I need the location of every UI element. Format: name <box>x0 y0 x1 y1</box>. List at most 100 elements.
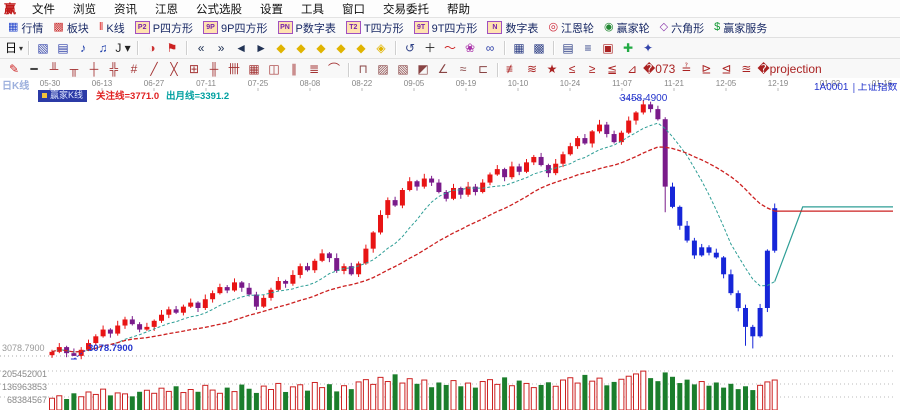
draw-tool-icon[interactable]: 卌 <box>224 61 244 78</box>
draw-tool-icon[interactable]: ⊞ <box>184 61 204 78</box>
gann-tool-4-icon[interactable]: ◆ <box>331 40 351 57</box>
notes-icon[interactable]: ♫ <box>93 40 113 57</box>
network-icon[interactable]: ✦ <box>638 40 658 57</box>
draw-tool-icon[interactable]: ⊿ <box>622 61 642 78</box>
draw-tool-icon[interactable]: ┼ <box>84 61 104 78</box>
volume-bar <box>209 389 216 410</box>
draw-tool-icon[interactable]: ★ <box>542 61 562 78</box>
9t-square-button[interactable]: 9T 9T四方形 <box>409 19 483 36</box>
draw-tool-icon[interactable]: ≟ <box>676 61 696 78</box>
chart-canvas[interactable]: 05-30 06-13 06-27 07-11 07-25 08-08 08-22 09-05… <box>0 78 900 410</box>
zoom-view-icon[interactable]: ▧ <box>33 40 53 57</box>
draw-tool-icon[interactable]: ╨ <box>44 61 64 78</box>
winner-service-button[interactable]: $ 赢家服务 <box>709 19 772 36</box>
draw-tool-icon[interactable]: ▦ <box>244 61 264 78</box>
quotes-button[interactable]: ▦ 行情 <box>3 19 48 36</box>
draw-tool-icon[interactable]: ∠ <box>433 61 453 78</box>
draw-tool-icon[interactable]: ◩ <box>413 61 433 78</box>
menu-item-3[interactable]: 江恩 <box>146 1 187 17</box>
draw-tool-icon[interactable]: ≣ <box>304 61 324 78</box>
draw-tool-icon[interactable]: ≢ <box>502 61 522 78</box>
draw-tool-icon[interactable]: �073 <box>642 61 676 78</box>
flower-icon[interactable]: ❀ <box>460 40 480 57</box>
next-icon[interactable]: ► <box>251 40 271 57</box>
gann-tool-1-icon[interactable]: ◆ <box>271 40 291 57</box>
first-page-icon[interactable]: « <box>191 40 211 57</box>
number-table-button[interactable]: N 数字表 <box>482 19 543 36</box>
p-number-table-button[interactable]: PN P数字表 <box>273 19 341 36</box>
gann-tool-6-icon[interactable]: ◈ <box>371 40 391 57</box>
draw-tool-icon[interactable]: ◫ <box>264 61 284 78</box>
line-tool-icon[interactable]: ━ <box>24 61 44 78</box>
symbol-title[interactable]: 1A0001 │上证指数 <box>814 83 900 93</box>
draw-tool-icon[interactable]: ▧ <box>393 61 413 78</box>
draw-tool-icon[interactable]: ∥ <box>284 61 304 78</box>
volume-axis-label: 205452001 <box>2 369 48 379</box>
9p-square-button[interactable]: 9P 9P四方形 <box>198 19 272 36</box>
crosshair-icon[interactable]: ＋ <box>420 40 440 57</box>
sectors-button[interactable]: ▩ 板块 <box>48 19 93 36</box>
hexagon-button[interactable]: ◇ 六角形 <box>655 19 709 36</box>
draw-tool-icon[interactable]: ≈ <box>453 61 473 78</box>
info-panel-icon[interactable]: ▤ <box>53 40 73 57</box>
draw-tool-icon[interactable]: # <box>124 61 144 78</box>
draw-tool-icon[interactable]: ⊓ <box>353 61 373 78</box>
draw-tool-icon[interactable]: �projection <box>756 61 822 78</box>
gann-wheel-button[interactable]: ◎ 江恩轮 <box>543 19 599 36</box>
gann-tool-2-icon[interactable]: ◆ <box>291 40 311 57</box>
menu-item-4[interactable]: 公式选股 <box>187 1 251 17</box>
save-icon[interactable]: ▣ <box>598 40 618 57</box>
menu-item-7[interactable]: 窗口 <box>333 1 374 17</box>
calculator-icon[interactable]: ▩ <box>529 40 549 57</box>
draw-tool-icon[interactable]: ≋ <box>522 61 542 78</box>
undo-icon[interactable]: ↺ <box>400 40 420 57</box>
list-icon[interactable]: ≡ <box>578 40 598 57</box>
calendar-icon[interactable]: ▦ <box>509 40 529 57</box>
sync-icon[interactable]: ✚ <box>618 40 638 57</box>
menu-item-8[interactable]: 交易委托 <box>374 1 438 17</box>
j-dropdown[interactable]: J ▾ <box>113 40 133 57</box>
draw-tool-icon[interactable]: ⌒ <box>324 61 344 78</box>
draw-tool-icon[interactable]: ╳ <box>164 61 184 78</box>
kline-chart[interactable] <box>0 78 900 410</box>
draw-tool-icon[interactable]: ╬ <box>104 61 124 78</box>
prev-icon[interactable]: ◄ <box>231 40 251 57</box>
draw-tool-icon[interactable]: ╥ <box>64 61 84 78</box>
kline-button[interactable]: ‖ K线 <box>94 19 130 36</box>
candle-body <box>721 257 727 275</box>
glasses-icon[interactable]: ∞ <box>480 40 500 57</box>
draw-tool-icon[interactable]: ≤ <box>562 61 582 78</box>
draw-tool-icon[interactable]: ▨ <box>373 61 393 78</box>
period-label[interactable]: 日K线 <box>2 82 29 92</box>
kline-mode-tag[interactable]: 赢家K线 <box>38 90 88 102</box>
menu-item-9[interactable]: 帮助 <box>438 1 479 17</box>
menu-item-5[interactable]: 设置 <box>251 1 292 17</box>
draw-tool-icon[interactable]: ≥ <box>582 61 602 78</box>
gann-tool-3-icon[interactable]: ◆ <box>311 40 331 57</box>
draw-tool-icon[interactable]: ⊴ <box>716 61 736 78</box>
draw-tool-icon[interactable]: ≊ <box>736 61 756 78</box>
last-page-icon[interactable]: » <box>211 40 231 57</box>
draw-tool-icon[interactable]: ╱ <box>144 61 164 78</box>
gann-tool-5-icon[interactable]: ◆ <box>351 40 371 57</box>
menu-item-1[interactable]: 浏览 <box>64 1 105 17</box>
note-icon[interactable]: ♪ <box>73 40 93 57</box>
flag-icon[interactable]: ⚑ <box>162 40 182 57</box>
draw-tool-icon[interactable]: ╫ <box>204 61 224 78</box>
menu-item-6[interactable]: 工具 <box>292 1 333 17</box>
winner-wheel-button[interactable]: ◉ 赢家轮 <box>599 19 655 36</box>
notebook-icon[interactable]: ▤ <box>558 40 578 57</box>
candle-body <box>363 248 369 264</box>
percent-icon[interactable]: ◑ <box>142 40 162 57</box>
draw-tool-icon[interactable]: ⊵ <box>696 61 716 78</box>
draw-tool-icon[interactable]: ⊏ <box>473 61 493 78</box>
t-square-button[interactable]: T2 T四方形 <box>341 19 409 36</box>
wave-icon[interactable]: ～ <box>440 40 460 57</box>
draw-tool-icon[interactable]: ≦ <box>602 61 622 78</box>
pencil-icon[interactable]: ✎ <box>4 61 24 78</box>
period-dropdown[interactable]: 日 ▾ <box>4 40 24 57</box>
menu-item-2[interactable]: 资讯 <box>105 1 146 17</box>
p-square-button[interactable]: P2 P四方形 <box>130 19 198 36</box>
menu-item-0[interactable]: 文件 <box>23 1 64 17</box>
quotes-button-label: 行情 <box>21 22 44 35</box>
